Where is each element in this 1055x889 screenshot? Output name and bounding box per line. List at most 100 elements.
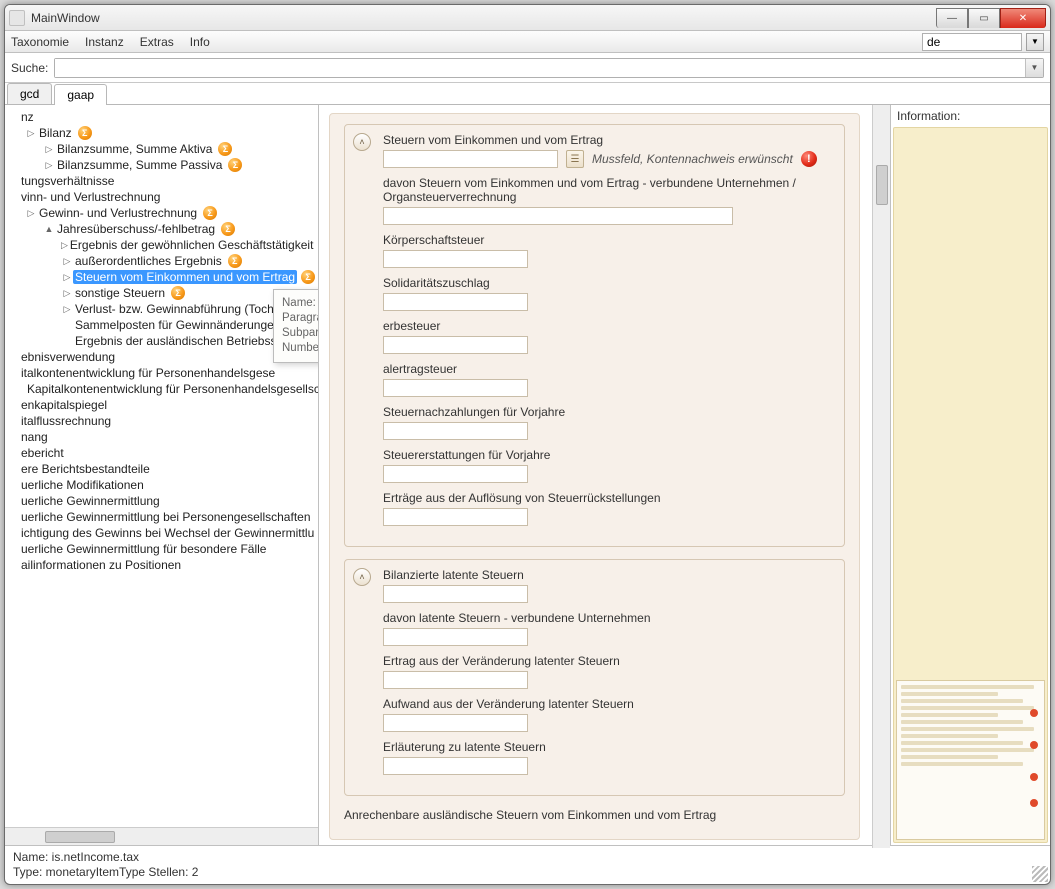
tree-row[interactable]: ▲Jahresüberschuss/-fehlbetragƩ [5,221,318,237]
tree-row[interactable]: ▷sonstige SteuernƩ [5,285,318,301]
tree-item-label: Kapitalkontenentwicklung für Personenhan… [25,382,318,396]
tree-row[interactable]: ichtigung des Gewinns bei Wechsel der Ge… [5,525,318,541]
tree-row[interactable]: uerliche Modifikationen [5,477,318,493]
sum-icon: Ʃ [171,286,185,300]
tree-row[interactable]: ▷BilanzƩ [5,125,318,141]
field-label: alertragsteuer [383,362,834,376]
tree-item-label: Steuern vom Einkommen und vom Ertrag [73,270,297,284]
field-input-steuern[interactable] [383,150,558,168]
field-input[interactable] [383,757,528,775]
tree-row[interactable]: ▷Verlust- bzw. Gewinnabführung (Tochter) [5,301,318,317]
tree-row[interactable]: nang [5,429,318,445]
menu-info[interactable]: Info [190,35,210,49]
tree-row[interactable]: uerliche Gewinnermittlung [5,493,318,509]
field-label: davon Steuern vom Einkommen und vom Ertr… [383,176,834,204]
collapse-button[interactable]: ˄ [353,568,371,586]
tree-horizontal-scrollbar[interactable] [5,827,318,845]
tree-row[interactable]: ▷Ergebnis der gewöhnlichen Geschäftstäti… [5,237,318,253]
maximize-button[interactable]: ▭ [968,8,1000,28]
field-block: Erläuterung zu latente Steuern [383,740,834,775]
expand-icon[interactable]: ▷ [25,128,37,139]
menu-taxonomie[interactable]: Taxonomie [11,35,69,49]
field-label: Ertrag aus der Veränderung latenter Steu… [383,654,834,668]
titlebar: MainWindow — ▭ ✕ [5,5,1050,31]
tab-gcd[interactable]: gcd [7,83,52,104]
collapse-button[interactable]: ˄ [353,133,371,151]
group-steuern: ˄ Steuern vom Einkommen und vom Ertrag ☰… [344,124,845,547]
expand-icon[interactable]: ▷ [25,208,37,219]
field-input[interactable] [383,422,528,440]
resize-grip[interactable] [1032,866,1048,882]
search-dropdown-button[interactable]: ▼ [1025,59,1043,77]
tree-row[interactable]: ere Berichtsbestandteile [5,461,318,477]
tree-row[interactable]: uerliche Gewinnermittlung für besondere … [5,541,318,557]
minimize-button[interactable]: — [936,8,968,28]
info-preview-thumbnail[interactable] [896,680,1045,840]
tree-scroll[interactable]: nz▷BilanzƩ▷Bilanzsumme, Summe AktivaƩ▷Bi… [5,105,318,827]
tree-item-label: tungsverhältnisse [19,174,116,188]
expand-icon[interactable]: ▲ [43,224,55,234]
field-input[interactable] [383,250,528,268]
expand-icon[interactable]: ▷ [61,272,73,283]
field-block: davon latente Steuern - verbundene Unter… [383,611,834,646]
expand-icon[interactable]: ▷ [61,288,73,299]
language-combo[interactable] [922,33,1022,51]
tree-row[interactable]: ebnisverwendung [5,349,318,365]
status-type: Type: monetaryItemType Stellen: 2 [13,865,1042,880]
expand-icon[interactable]: ▷ [61,304,73,315]
field-input-latente[interactable] [383,585,528,603]
flag-text: Mussfeld, Kontennachweis erwünscht [592,152,793,166]
expand-icon[interactable]: ▷ [61,240,68,251]
tree-row[interactable]: italkontenentwicklung für Personenhandel… [5,365,318,381]
group-title: Steuern vom Einkommen und vom Ertrag [383,133,834,147]
menu-extras[interactable]: Extras [140,35,174,49]
field-input[interactable] [383,293,528,311]
field-input[interactable] [383,508,528,526]
search-input[interactable] [55,59,1025,77]
language-dropdown-button[interactable]: ▼ [1026,33,1044,51]
window-title: MainWindow [31,11,936,25]
tree-row[interactable]: ▷Gewinn- und VerlustrechnungƩ [5,205,318,221]
field-input[interactable] [383,336,528,354]
scrollbar-thumb[interactable] [45,831,115,843]
field-input[interactable] [383,628,528,646]
tree-row[interactable]: enkapitalspiegel [5,397,318,413]
tree-row[interactable]: italflussrechnung [5,413,318,429]
menu-instanz[interactable]: Instanz [85,35,124,49]
tree-row[interactable]: Sammelposten für Gewinnänderungen aus [5,317,318,333]
tab-gaap[interactable]: gaap [54,84,107,105]
scrollbar-thumb[interactable] [876,165,888,205]
sum-icon: Ʃ [218,142,232,156]
expand-icon[interactable]: ▷ [43,160,55,171]
tree-row[interactable]: ailinformationen zu Positionen [5,557,318,573]
tree-pane: nz▷BilanzƩ▷Bilanzsumme, Summe AktivaƩ▷Bi… [5,105,319,845]
tooltip-line: Paragraph: 275 [282,311,318,326]
tree-tooltip: Name: HGB Paragraph: 275 Subparagraph: 3… [273,289,318,363]
tree-row[interactable]: ▷Bilanzsumme, Summe AktivaƩ [5,141,318,157]
tree-row[interactable]: ebericht [5,445,318,461]
document-icon[interactable]: ☰ [566,150,584,168]
close-button[interactable]: ✕ [1000,8,1046,28]
tree-row[interactable]: nz [5,109,318,125]
field-block: Solidaritätszuschlag [383,276,834,311]
tree-row[interactable]: uerliche Gewinnermittlung bei Personenge… [5,509,318,525]
tree-row[interactable]: vinn- und Verlustrechnung [5,189,318,205]
field-input[interactable] [383,379,528,397]
field-input[interactable] [383,465,528,483]
form-vertical-scrollbar[interactable] [872,105,890,848]
expand-icon[interactable]: ▷ [61,256,73,267]
expand-icon[interactable]: ▷ [43,144,55,155]
tree-item-label: uerliche Gewinnermittlung [19,494,162,508]
tree-row[interactable]: Kapitalkontenentwicklung für Personenhan… [5,381,318,397]
tree-row[interactable]: ▷Bilanzsumme, Summe PassivaƩ [5,157,318,173]
field-input[interactable] [383,207,733,225]
search-box: ▼ [54,58,1044,78]
form-scroll[interactable]: ˄ Steuern vom Einkommen und vom Ertrag ☰… [319,105,872,848]
trailing-field-label: Anrechenbare ausländische Steuern vom Ei… [344,808,845,822]
field-input[interactable] [383,671,528,689]
field-input[interactable] [383,714,528,732]
tree-row[interactable]: ▷außerordentliches ErgebnisƩ [5,253,318,269]
tree-row[interactable]: tungsverhältnisse [5,173,318,189]
tree-row[interactable]: Ergebnis der ausländischen Betriebsstätt… [5,333,318,349]
tree-row[interactable]: ▷Steuern vom Einkommen und vom ErtragƩ [5,269,318,285]
